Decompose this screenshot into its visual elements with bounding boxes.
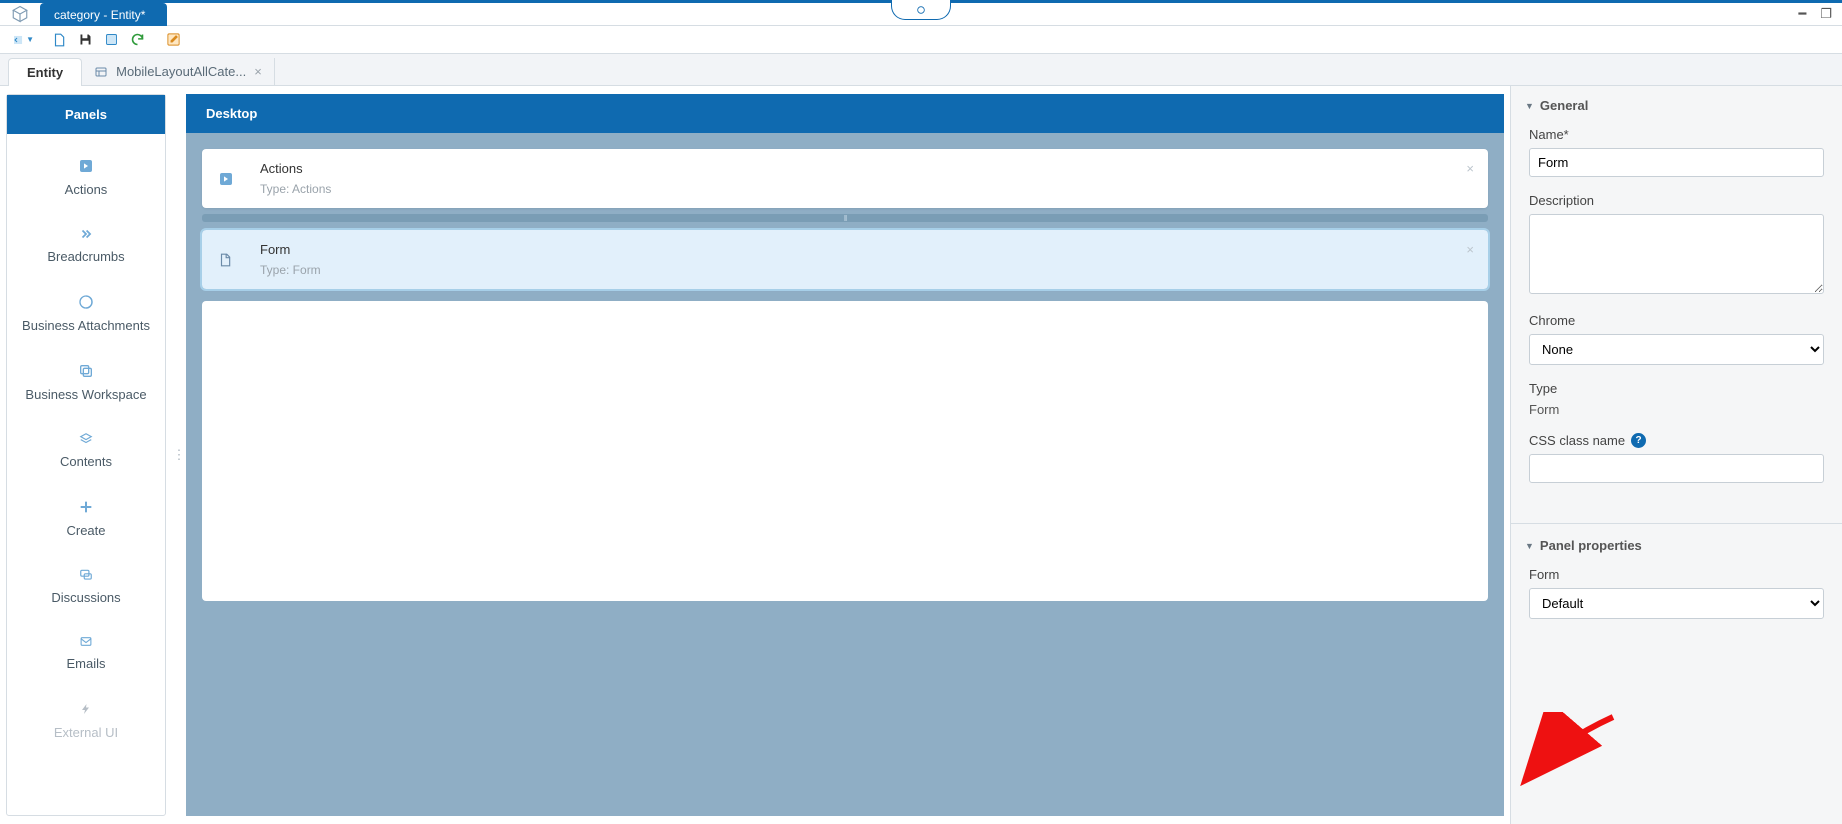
section-panel-header[interactable]: ▼ Panel properties bbox=[1511, 523, 1842, 563]
palette-item-label: Contents bbox=[60, 454, 112, 469]
bolt-icon bbox=[80, 701, 92, 717]
window-title-tab[interactable]: category - Entity* bbox=[40, 3, 167, 26]
chrome-select[interactable]: None bbox=[1529, 334, 1824, 365]
palette-item-label: Business Attachments bbox=[22, 318, 150, 333]
palette-item-breadcrumbs[interactable]: Breadcrumbs bbox=[7, 217, 165, 284]
palette-item-business-attachments[interactable]: Business Attachments bbox=[7, 284, 165, 353]
collapse-arrow-icon: ▼ bbox=[1525, 541, 1534, 551]
title-pull-handle[interactable] bbox=[891, 0, 951, 20]
tab-entity[interactable]: Entity bbox=[8, 58, 82, 86]
save-button[interactable] bbox=[74, 29, 96, 51]
new-button[interactable] bbox=[48, 29, 70, 51]
form-label: Form bbox=[1529, 567, 1824, 582]
plus-icon bbox=[78, 499, 94, 515]
file-icon bbox=[218, 252, 246, 268]
panel-card-title: Actions bbox=[260, 161, 331, 176]
name-input[interactable] bbox=[1529, 148, 1824, 177]
palette-item-label: Discussions bbox=[51, 590, 120, 605]
save-all-button[interactable] bbox=[100, 29, 122, 51]
palette-item-label: Emails bbox=[66, 656, 105, 671]
canvas-header: Desktop bbox=[186, 94, 1504, 133]
tab-document-label: MobileLayoutAllCate... bbox=[116, 64, 246, 79]
palette-item-contents[interactable]: Contents bbox=[7, 422, 165, 489]
css-input[interactable] bbox=[1529, 454, 1824, 483]
window-title: category - Entity* bbox=[54, 8, 145, 22]
panel-card-subtitle: Type: Form bbox=[260, 263, 321, 277]
edit-button[interactable] bbox=[162, 29, 184, 51]
form-select[interactable]: Default bbox=[1529, 588, 1824, 619]
chrome-label: Chrome bbox=[1529, 313, 1824, 328]
window-minimize-button[interactable]: ━ bbox=[1799, 6, 1807, 22]
panel-card-subtitle: Type: Actions bbox=[260, 182, 331, 196]
description-label: Description bbox=[1529, 193, 1824, 208]
palette-item-business-workspace[interactable]: Business Workspace bbox=[7, 353, 165, 422]
panel-card-close-icon[interactable]: × bbox=[1466, 242, 1474, 257]
type-value: Form bbox=[1529, 402, 1824, 417]
section-general-header[interactable]: ▼ General bbox=[1511, 94, 1842, 123]
palette-item-discussions[interactable]: Discussions bbox=[7, 558, 165, 625]
panel-card-actions[interactable]: Actions Type: Actions × bbox=[202, 149, 1488, 208]
css-label: CSS class name ? bbox=[1529, 433, 1824, 448]
chat-icon bbox=[77, 568, 95, 582]
arrow-right-box-icon bbox=[218, 171, 246, 187]
palette-item-label: Business Workspace bbox=[25, 387, 146, 402]
palette-item-label: Create bbox=[66, 523, 105, 538]
canvas-drop-area[interactable] bbox=[202, 301, 1488, 601]
chevrons-right-icon bbox=[77, 227, 95, 241]
description-textarea[interactable] bbox=[1529, 214, 1824, 294]
layout-icon bbox=[94, 66, 108, 78]
layers-icon bbox=[77, 432, 95, 446]
palette-item-emails[interactable]: Emails bbox=[7, 625, 165, 691]
palette-item-external-ui[interactable]: External UI bbox=[7, 691, 165, 760]
insert-handle[interactable] bbox=[202, 214, 1488, 222]
splitter-left[interactable]: ⋮ bbox=[172, 86, 186, 824]
envelope-icon bbox=[77, 635, 95, 648]
palette-header: Panels bbox=[7, 95, 165, 134]
palette-item-label: Actions bbox=[65, 182, 108, 197]
swirl-icon bbox=[78, 294, 94, 310]
palette-item-label: Breadcrumbs bbox=[47, 249, 124, 264]
app-logo-icon bbox=[0, 3, 40, 25]
panel-card-close-icon[interactable]: × bbox=[1466, 161, 1474, 176]
type-label: Type bbox=[1529, 381, 1824, 396]
name-label: Name* bbox=[1529, 127, 1824, 142]
window-maximize-button[interactable]: ❐ bbox=[1820, 6, 1832, 22]
panel-card-title: Form bbox=[260, 242, 321, 257]
copy-icon bbox=[78, 363, 94, 379]
refresh-button[interactable] bbox=[126, 29, 148, 51]
tab-close-icon[interactable]: × bbox=[254, 64, 262, 79]
collapse-arrow-icon: ▼ bbox=[1525, 101, 1534, 111]
palette-item-label: External UI bbox=[54, 725, 118, 740]
palette-item-create[interactable]: Create bbox=[7, 489, 165, 558]
help-icon[interactable]: ? bbox=[1631, 433, 1646, 448]
palette-item-actions[interactable]: Actions bbox=[7, 148, 165, 217]
tab-document[interactable]: MobileLayoutAllCate... × bbox=[82, 58, 275, 85]
panel-card-form[interactable]: Form Type: Form × bbox=[202, 230, 1488, 289]
arrow-right-box-icon bbox=[78, 158, 94, 174]
back-dropdown-button[interactable]: ▼ bbox=[12, 29, 34, 51]
